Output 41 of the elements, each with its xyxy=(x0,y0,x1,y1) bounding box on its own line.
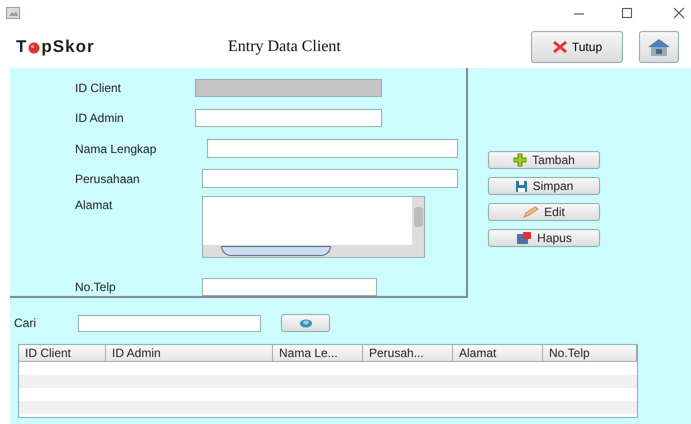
field-label: Perusahaan xyxy=(75,170,140,188)
search-field[interactable] xyxy=(78,314,261,332)
search-icon xyxy=(298,318,312,328)
column-header[interactable]: ID Client xyxy=(19,345,106,361)
house-icon xyxy=(646,37,672,57)
action-button[interactable]: Tambah xyxy=(488,151,600,169)
input-field[interactable] xyxy=(195,109,382,127)
field-label: No.Telp xyxy=(75,279,116,296)
horizontal-scrollbar[interactable] xyxy=(203,245,412,257)
input-field[interactable] xyxy=(202,278,377,296)
vertical-scrollbar[interactable] xyxy=(412,197,424,257)
cabinet-icon xyxy=(516,231,532,245)
input-field[interactable] xyxy=(202,169,458,188)
window-title: Entry Data Client xyxy=(228,37,341,57)
field-label: ID Admin xyxy=(75,110,124,127)
field-label: ID Client xyxy=(75,80,122,97)
field-label: Nama Lengkap xyxy=(75,140,156,158)
input-field[interactable] xyxy=(207,139,458,158)
logo-text: T xyxy=(16,36,28,58)
action-button[interactable]: Hapus xyxy=(488,229,600,247)
cross-icon xyxy=(552,40,568,54)
action-button[interactable]: Edit xyxy=(488,203,600,221)
text-area[interactable] xyxy=(202,196,425,258)
action-button[interactable]: Simpan xyxy=(488,177,600,195)
logo-text: pSkor xyxy=(41,36,95,58)
app-icon xyxy=(6,7,20,19)
search-label: Cari xyxy=(14,315,38,332)
column-header[interactable]: Perusah... xyxy=(363,345,453,361)
ball-icon xyxy=(28,42,40,54)
field-label: Alamat xyxy=(75,197,112,214)
column-header[interactable]: ID Admin xyxy=(106,345,273,361)
pencil-icon xyxy=(523,206,540,218)
plus-icon xyxy=(513,153,528,167)
close-icon[interactable] xyxy=(673,7,685,19)
column-header[interactable]: No.Telp xyxy=(543,345,637,361)
search-button[interactable] xyxy=(281,314,330,332)
column-header[interactable]: Nama Le... xyxy=(273,345,363,361)
column-header[interactable]: Alamat xyxy=(453,345,543,361)
maximize-icon[interactable] xyxy=(621,7,633,19)
home-button[interactable] xyxy=(639,31,679,63)
close-button[interactable]: Tutup xyxy=(531,31,623,63)
